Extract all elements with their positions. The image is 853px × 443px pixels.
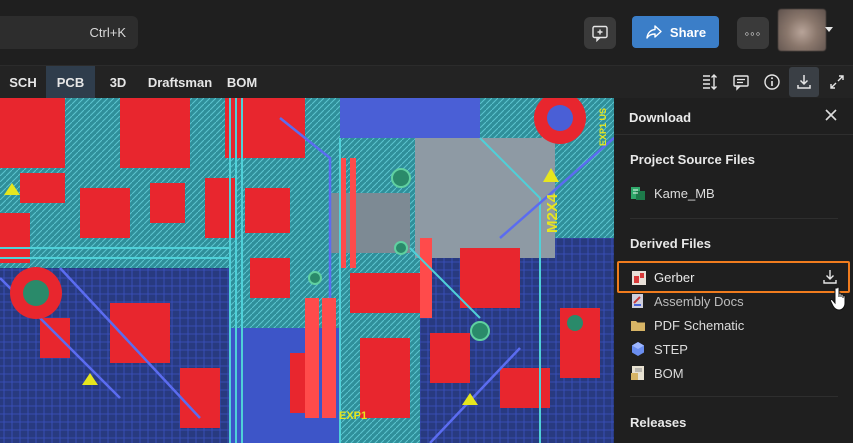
tab-sch[interactable]: SCH <box>0 66 46 98</box>
project-file-icon <box>631 187 645 200</box>
pcb-label-exp1: EXP1 <box>339 410 367 422</box>
top-bar: Ctrl+K Share ◦◦◦ <box>0 0 853 66</box>
add-comment-button[interactable] <box>584 17 616 49</box>
tab-label: Draftsman <box>147 74 213 90</box>
avatar[interactable] <box>778 9 826 51</box>
pcb-label-m2x4: M2X4 <box>544 193 561 233</box>
panel-title: Download <box>629 110 692 125</box>
chevron-down-icon[interactable] <box>825 27 833 32</box>
share-label: Share <box>669 24 707 40</box>
section-title-releases: Releases <box>630 415 687 430</box>
bom-file-icon <box>631 366 644 380</box>
pcb-label-exp1-us: EXP1 US <box>598 108 608 146</box>
layer-height-icon <box>703 74 717 90</box>
info-button[interactable] <box>757 67 787 97</box>
share-icon <box>646 25 662 39</box>
step-cube-icon <box>632 342 644 356</box>
file-label: Kame_MB <box>654 185 715 201</box>
file-label: Assembly Docs <box>654 293 744 309</box>
download-panel: Download Project Source Files Kame_MB De… <box>614 98 853 443</box>
tab-label: PCB <box>56 74 85 90</box>
tab-label: SCH <box>9 74 37 90</box>
section-title-derived: Derived Files <box>630 236 711 251</box>
tab-draftsman[interactable]: Draftsman <box>141 66 219 98</box>
gerber-file-icon <box>632 271 646 285</box>
expand-button[interactable] <box>822 67 852 97</box>
section-title-project-source: Project Source Files <box>630 152 755 167</box>
layer-height-button[interactable] <box>694 67 724 97</box>
divider <box>630 218 838 219</box>
pcb-layout-image: M2X4 EXP1 EXP1 US <box>0 98 614 443</box>
search-box[interactable]: Ctrl+K <box>0 16 138 49</box>
close-icon[interactable] <box>824 108 838 122</box>
comments-icon <box>733 75 749 91</box>
add-comment-icon <box>592 25 608 42</box>
tab-pcb[interactable]: PCB <box>46 66 95 98</box>
share-button[interactable]: Share <box>632 16 719 48</box>
file-row-assembly-docs[interactable]: Assembly Docs <box>630 290 830 312</box>
file-row-gerber[interactable]: Gerber <box>617 261 850 293</box>
file-label: Gerber <box>654 270 695 285</box>
file-row-pdf-schematic[interactable]: PDF Schematic <box>630 314 830 336</box>
comments-button[interactable] <box>726 67 756 97</box>
expand-icon <box>830 75 844 89</box>
download-icon[interactable] <box>821 268 839 286</box>
download-button[interactable] <box>789 67 819 97</box>
hand-cursor-icon <box>829 286 846 311</box>
folder-icon <box>631 321 645 331</box>
divider <box>614 134 853 135</box>
download-icon <box>797 75 811 89</box>
search-shortcut: Ctrl+K <box>89 25 126 40</box>
file-row-step[interactable]: STEP <box>630 338 830 360</box>
more-options-button[interactable]: ◦◦◦ <box>737 17 769 49</box>
file-row-bom[interactable]: BOM <box>630 362 830 384</box>
file-row-kame-mb[interactable]: Kame_MB <box>630 182 830 204</box>
file-label: BOM <box>654 365 684 381</box>
more-options-icon: ◦◦◦ <box>744 25 762 41</box>
divider <box>630 396 838 397</box>
file-label: PDF Schematic <box>654 317 745 333</box>
pcb-canvas[interactable]: M2X4 EXP1 EXP1 US <box>0 98 614 443</box>
view-toolbar: SCH PCB 3D Draftsman BOM <box>0 66 853 98</box>
tab-label: BOM <box>226 74 258 90</box>
file-label: STEP <box>654 341 688 357</box>
tab-3d[interactable]: 3D <box>95 66 141 98</box>
assembly-docs-icon <box>632 294 643 308</box>
tab-bom[interactable]: BOM <box>219 66 265 98</box>
tab-label: 3D <box>109 74 127 90</box>
info-icon <box>764 74 780 90</box>
